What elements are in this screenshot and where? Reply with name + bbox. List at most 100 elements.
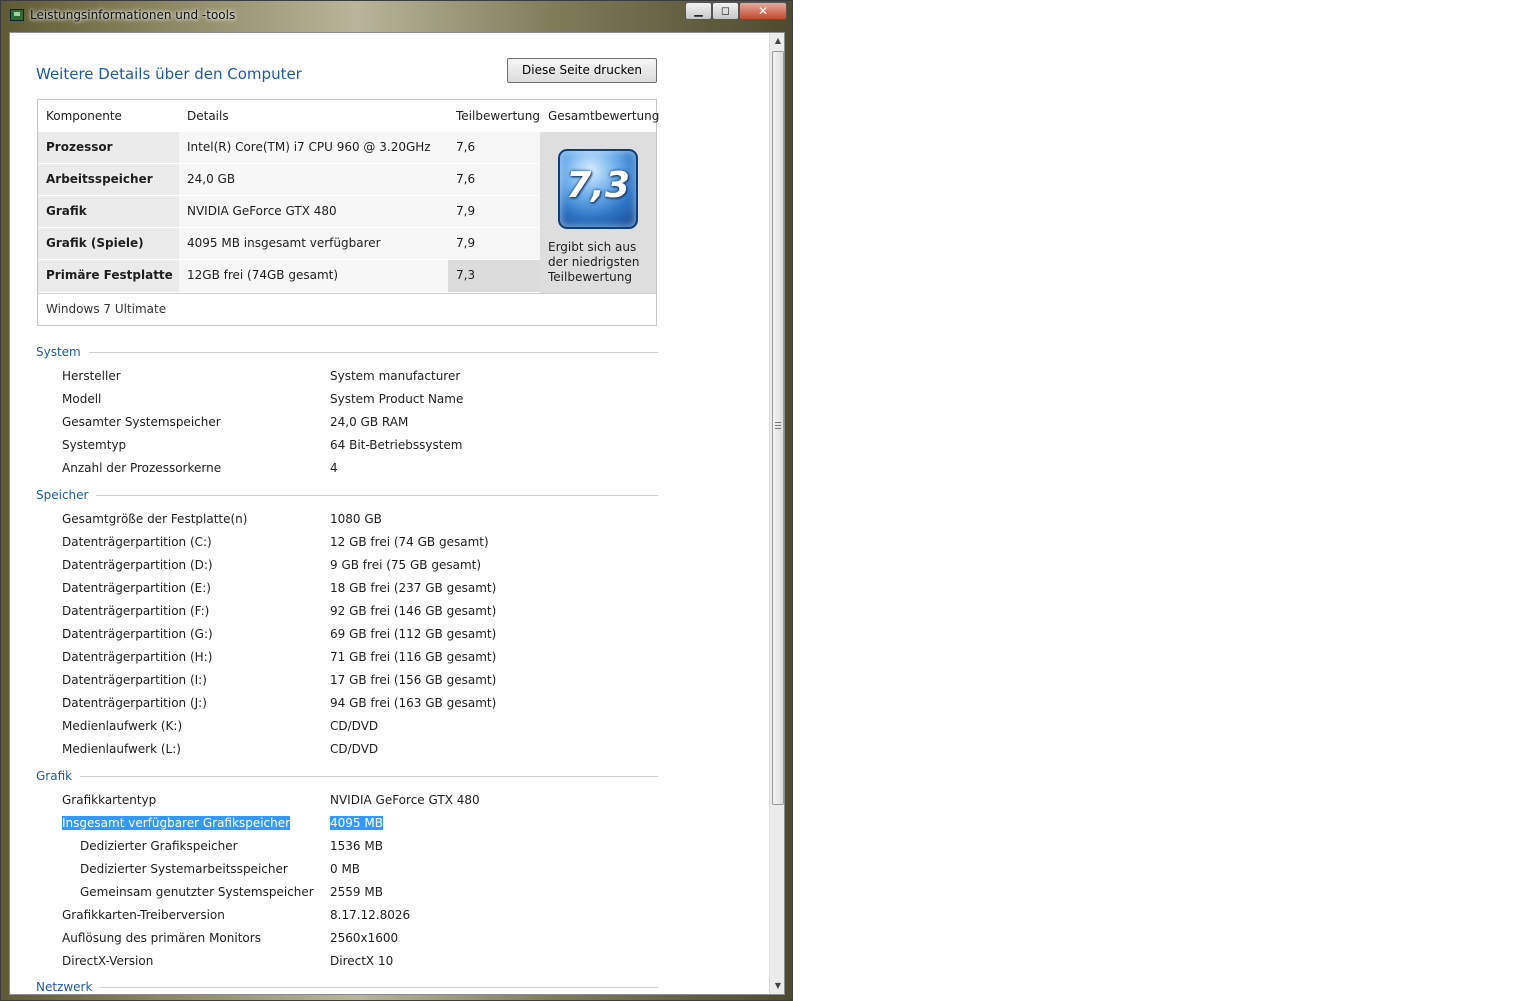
info-label: DirectX-Version <box>62 954 154 968</box>
info-label: Hersteller <box>62 369 121 383</box>
info-row: Datenträgerpartition (G:) 69 GB frei (112… <box>62 627 622 645</box>
scrollbar-thumb[interactable] <box>772 51 784 805</box>
info-row-selected[interactable]: Insgesamt verfügbarer Grafikspeicher 4095… <box>62 816 622 834</box>
close-button[interactable]: ✕ <box>739 2 787 20</box>
client-area: Weitere Details über den Computer Diese … <box>9 32 785 995</box>
content-pane: Weitere Details über den Computer Diese … <box>10 33 770 994</box>
info-row: Grafikkarten-Treiberversion 8.17.12.8026 <box>62 908 622 926</box>
info-label: Modell <box>62 392 102 406</box>
subscore: 7,9 <box>448 196 540 228</box>
section-line <box>36 987 658 988</box>
info-label: Insgesamt verfügbarer Grafikspeicher <box>62 816 291 830</box>
info-value: NVIDIA GeForce GTX 480 <box>330 793 480 807</box>
score-row-graphics: Grafik NVIDIA GeForce GTX 480 7,9 <box>38 196 540 228</box>
page-title: Weitere Details über den Computer <box>36 65 302 83</box>
info-label: Datenträgerpartition (H:) <box>62 650 213 664</box>
info-row: Datenträgerpartition (H:) 71 GB frei (116… <box>62 650 622 668</box>
table-divider <box>38 293 656 294</box>
info-label: Datenträgerpartition (C:) <box>62 535 212 549</box>
info-row: Auflösung des primären Monitors 2560x1600 <box>62 931 622 949</box>
score-row-processor: Prozessor Intel(R) Core(TM) i7 CPU 960 @… <box>38 132 540 164</box>
info-label: Anzahl der Prozessorkerne <box>62 461 222 475</box>
info-label: Datenträgerpartition (I:) <box>62 673 207 687</box>
section-title: Speicher <box>36 488 97 502</box>
info-row: Datenträgerpartition (J:) 94 GB frei (163… <box>62 696 622 714</box>
section-graphics: Grafik <box>36 769 658 783</box>
info-value: 4 <box>330 461 338 475</box>
info-label: Datenträgerpartition (E:) <box>62 581 211 595</box>
subscore: 7,6 <box>448 132 540 164</box>
info-value: 9 GB frei (75 GB gesamt) <box>330 558 482 572</box>
component-name: Prozessor <box>38 132 179 164</box>
component-details: 4095 MB insgesamt verfügbarer Grafikspei… <box>179 228 448 281</box>
info-value: CD/DVD <box>330 742 379 756</box>
header-overall: Gesamtbewertung <box>548 109 660 123</box>
info-value: 4095 MB <box>330 816 383 830</box>
os-edition: Windows 7 Ultimate <box>46 302 167 316</box>
scroll-down-arrow-icon[interactable]: ▼ <box>770 978 784 994</box>
info-row: Datenträgerpartition (D:) 9 GB frei (75 G… <box>62 558 622 576</box>
info-value: 12 GB frei (74 GB gesamt) <box>330 535 489 549</box>
vertical-scrollbar[interactable]: ▲ ▼ <box>769 33 784 994</box>
overall-score-note: Ergibt sich aus der niedrigsten Teilbewe… <box>548 240 640 284</box>
info-value: 64 Bit-Betriebssystem <box>330 438 463 452</box>
section-storage: Speicher <box>36 488 658 502</box>
title-bar[interactable]: Leistungsinformationen und -tools ▁ ◻ ✕ <box>1 1 792 31</box>
overall-score: 7,3 <box>566 165 630 206</box>
overall-score-panel: 7,3 Ergibt sich aus der niedrigsten Teil… <box>540 132 656 293</box>
scroll-up-arrow-icon[interactable]: ▲ <box>770 33 784 49</box>
info-label: Datenträgerpartition (G:) <box>62 627 213 641</box>
info-row: Datenträgerpartition (C:) 12 GB frei (74 … <box>62 535 622 553</box>
info-value: 8.17.12.8026 <box>330 908 411 922</box>
score-row-gaming-graphics: Grafik (Spiele) 4095 MB insgesamt verfüg… <box>38 228 540 281</box>
grip-icon <box>775 422 781 429</box>
info-value: 69 GB frei (112 GB gesamt) <box>330 627 497 641</box>
info-row: DirectX-Version DirectX 10 <box>62 954 622 972</box>
info-label: Datenträgerpartition (D:) <box>62 558 213 572</box>
component-details: 12GB frei (74GB gesamt) <box>179 260 448 293</box>
info-row: Datenträgerpartition (E:) 18 GB frei (237… <box>62 581 622 599</box>
print-page-button[interactable]: Diese Seite drucken <box>507 58 657 83</box>
info-row: Hersteller System manufacturer <box>62 369 622 387</box>
subscore: 7,6 <box>448 164 540 196</box>
component-details: 24,0 GB <box>179 164 448 196</box>
info-row: Grafikkartentyp NVIDIA GeForce GTX 480 <box>62 793 622 811</box>
header-details: Details <box>187 109 229 123</box>
component-name: Primäre Festplatte <box>38 260 179 293</box>
subscore: 7,9 <box>448 228 540 260</box>
section-title: Netzwerk <box>36 980 101 994</box>
info-value: CD/DVD <box>330 719 379 733</box>
component-name: Grafik <box>38 196 179 228</box>
info-label: Dedizierter Systemarbeitsspeicher <box>80 862 288 876</box>
component-details: NVIDIA GeForce GTX 480 <box>179 196 448 228</box>
info-label: Dedizierter Grafikspeicher <box>80 839 238 853</box>
header-subscore: Teilbewertung <box>456 109 541 123</box>
info-label: Medienlaufwerk (L:) <box>62 742 181 756</box>
info-row: Gemeinsam genutzter Systemspeicher 2559 M… <box>62 885 622 903</box>
info-row: Dedizierter Systemarbeitsspeicher 0 MB <box>62 862 622 880</box>
maximize-button[interactable]: ◻ <box>712 2 739 20</box>
info-label: Gesamtgröße der Festplatte(n) <box>62 512 248 526</box>
window-title: Leistungsinformationen und -tools <box>30 8 236 22</box>
window: Leistungsinformationen und -tools ▁ ◻ ✕ … <box>0 0 793 1001</box>
info-value: 71 GB frei (116 GB gesamt) <box>330 650 497 664</box>
info-row: Gesamtgröße der Festplatte(n) 1080 GB <box>62 512 622 530</box>
info-label: Medienlaufwerk (K:) <box>62 719 183 733</box>
subscore-lowest: 7,3 <box>448 260 540 293</box>
section-title: System <box>36 345 89 359</box>
section-title: Grafik <box>36 769 81 783</box>
info-label: Gesamter Systemspeicher <box>62 415 221 429</box>
info-value: 18 GB frei (237 GB gesamt) <box>330 581 497 595</box>
info-value: 2560x1600 <box>330 931 399 945</box>
info-label: Grafikkarten-Treiberversion <box>62 908 225 922</box>
minimize-button[interactable]: ▁ <box>685 2 712 20</box>
score-row-primary-disk: Primäre Festplatte 12GB frei (74GB gesam… <box>38 260 540 293</box>
info-value: 94 GB frei (163 GB gesamt) <box>330 696 497 710</box>
info-value: 1080 GB <box>330 512 382 526</box>
info-value: System Product Name <box>330 392 464 406</box>
info-value: 17 GB frei (156 GB gesamt) <box>330 673 497 687</box>
info-label: Auflösung des primären Monitors <box>62 931 261 945</box>
score-table: Komponente Details Teilbewertung Gesamtb… <box>37 99 660 326</box>
section-line <box>36 776 658 777</box>
component-details: Intel(R) Core(TM) i7 CPU 960 @ 3.20GHz <box>179 132 448 164</box>
